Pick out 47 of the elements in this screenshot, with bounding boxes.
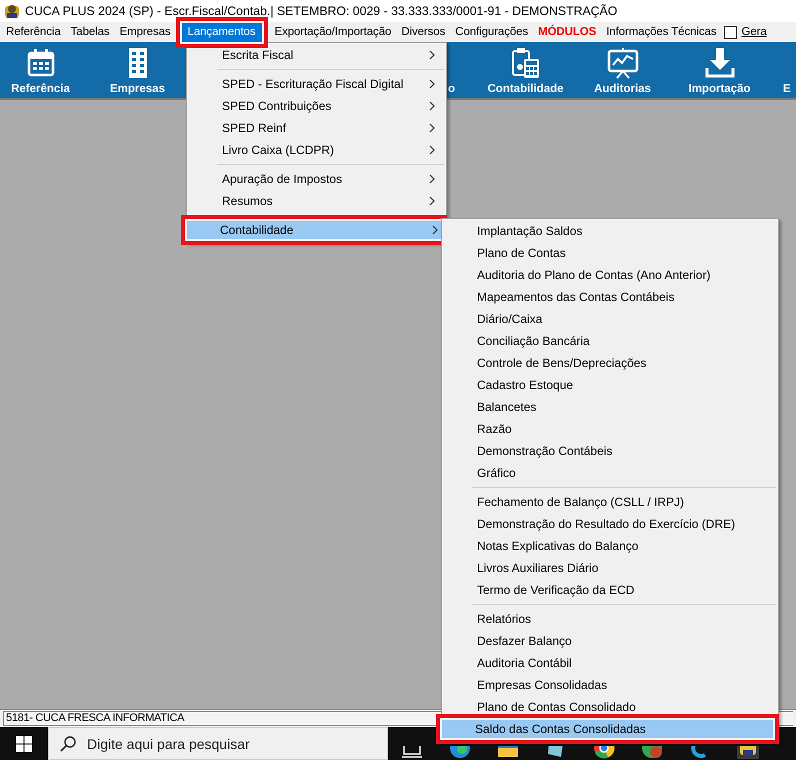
menu-item[interactable]: SPED Contribuições: [189, 95, 444, 117]
menu-bar-item[interactable]: Configurações: [450, 22, 534, 42]
menu-item[interactable]: Plano de Contas: [444, 242, 776, 264]
menu-bar-item[interactable]: Diversos: [396, 22, 450, 42]
menu-item[interactable]: Relatórios: [444, 608, 776, 630]
menu-bar-item[interactable]: Empresas: [114, 22, 176, 42]
toolbar-button[interactable]: Contabilidade: [477, 42, 574, 98]
menu-item[interactable]: Diário/Caixa: [444, 308, 776, 330]
menu-item[interactable]: SPED Reinf: [189, 117, 444, 139]
menu-bar-item[interactable]: Informações Técnicas: [601, 22, 722, 42]
toolbar-button[interactable]: Importação: [671, 42, 768, 98]
menu-item[interactable]: Fechamento de Balanço (CSLL / IRPJ): [444, 491, 776, 513]
menu-item[interactable]: Livro Caixa (LCDPR): [189, 139, 444, 161]
menu-item[interactable]: Auditoria Contábil: [444, 652, 776, 674]
menu-bar-item[interactable]: MÓDULOS: [533, 22, 602, 42]
menu-item[interactable]: Cadastro Estoque: [444, 374, 776, 396]
menu-item[interactable]: Demonstração Contábeis: [444, 440, 776, 462]
menu-item[interactable]: Notas Explicativas do Balanço: [444, 535, 776, 557]
menu-item[interactable]: Livros Auxiliares Diário: [444, 557, 776, 579]
toolbar-button[interactable]: E: [768, 42, 796, 98]
menu-item[interactable]: Controle de Bens/Depreciações: [444, 352, 776, 374]
menu-item[interactable]: Demonstração do Resultado do Exercício (DRE): [444, 513, 776, 535]
menu-bar-item[interactable]: Lançamentos: [176, 16, 268, 48]
window-title: CUCA PLUS 2024 (SP) - Escr.Fiscal/Contab.| SETEMBRO: 0029 - 33.333.333/0001-91 - DEMONSTRAÇÃO: [25, 4, 618, 18]
menu-item[interactable]: Implantação Saldos: [444, 220, 776, 242]
menu-item[interactable]: Contabilidade: [181, 215, 447, 245]
menu-item[interactable]: Razão: [444, 418, 776, 440]
menu-bar-item[interactable]: Referência: [1, 22, 66, 42]
menu-bar-item[interactable]: Tabelas: [66, 22, 115, 42]
menu-item[interactable]: Auditoria do Plano de Contas (Ano Anterior): [444, 264, 776, 286]
menu-item[interactable]: Conciliação Bancária: [444, 330, 776, 352]
menu-item[interactable]: Empresas Consolidadas: [444, 674, 776, 696]
toolbar-button[interactable]: o: [448, 42, 460, 98]
menu-item[interactable]: Resumos: [189, 190, 444, 212]
menu-item[interactable]: Saldo das Contas Consolidadas: [436, 714, 779, 744]
menu-item[interactable]: Balancetes: [444, 396, 776, 418]
menu-item[interactable]: Mapeamentos das Contas Contábeis: [444, 286, 776, 308]
search-field[interactable]: Digite aqui para pesquisar: [48, 727, 388, 760]
toolbar-button[interactable]: Referência: [0, 42, 89, 98]
menu-bar-item[interactable]: Exportação/Importação: [270, 22, 396, 42]
menu-item[interactable]: Apuração de Impostos: [189, 168, 444, 190]
menu-item[interactable]: SPED - Escrituração Fiscal Digital: [189, 73, 444, 95]
menu-item[interactable]: Termo de Verificação da ECD: [444, 579, 776, 601]
menu-item[interactable]: Gráfico: [444, 462, 776, 484]
toolbar-button[interactable]: Auditorias: [574, 42, 671, 98]
checkbox-label[interactable]: Gera: [741, 26, 767, 38]
menu-item[interactable]: Desfazer Balanço: [444, 630, 776, 652]
